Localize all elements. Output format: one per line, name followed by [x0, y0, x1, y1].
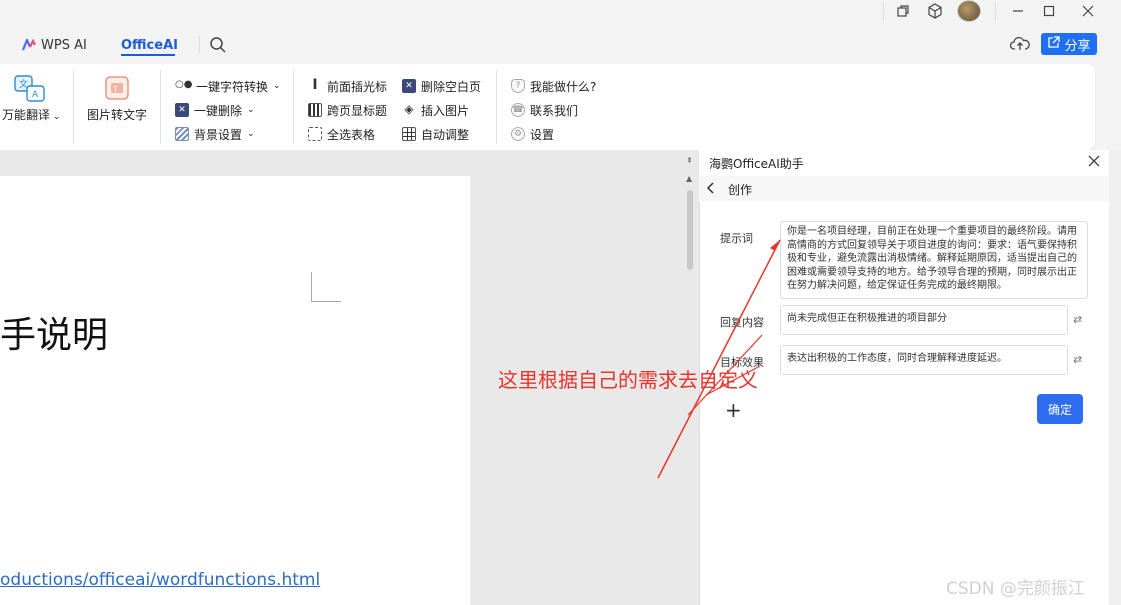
split-icon[interactable]: ⇞	[686, 156, 693, 165]
select-table-icon	[308, 127, 322, 141]
chevron-down-icon: ⌄	[273, 81, 281, 91]
insert-cursor-before-button[interactable]: I 前面插光标	[308, 76, 387, 96]
delete-icon: ✕	[175, 103, 189, 117]
chevron-down-icon: ⌄	[247, 129, 255, 139]
repeat-header-button[interactable]: 跨页显标题	[308, 100, 387, 120]
cube-icon[interactable]	[920, 0, 950, 22]
ribbon-group-divider	[160, 70, 161, 144]
document-heading[interactable]: 手说明	[0, 306, 108, 358]
title-bar	[0, 0, 1121, 24]
insert-image-icon: ◈	[404, 102, 414, 116]
repeat-header-label: 跨页显标题	[327, 103, 388, 118]
svg-text:文: 文	[19, 78, 28, 90]
assistant-subheader	[699, 176, 1109, 202]
share-label: 分享	[1064, 38, 1091, 54]
scroll-up-icon[interactable]: ▲	[686, 174, 692, 183]
active-tab-indicator	[121, 54, 175, 56]
titlebar-divider	[995, 2, 996, 20]
cloud-upload-icon[interactable]	[1009, 35, 1030, 56]
add-field-icon[interactable]: +	[725, 398, 742, 422]
document-page[interactable]	[0, 176, 470, 605]
restore-window-icon[interactable]	[888, 0, 918, 22]
image-to-text-icon[interactable]: T	[104, 75, 130, 101]
help-shield-icon: ?	[511, 79, 525, 93]
char-convert-button[interactable]: ○● 一键字符转换 ⌄	[175, 76, 281, 96]
what-can-i-do-button[interactable]: ? 我能做什么?	[511, 76, 596, 96]
prompt-textarea[interactable]: 你是一名项目经理，目前正在处理一个重要项目的最终阶段。请用高情商的方式回复领导关…	[780, 221, 1088, 299]
document-hyperlink[interactable]: oductions/officeai/wordfunctions.html	[0, 570, 320, 590]
confirm-button[interactable]: 确定	[1037, 394, 1083, 424]
auto-fit-table-icon	[402, 127, 416, 141]
background-icon	[175, 127, 189, 141]
auto-fit-table-button[interactable]: 自动调整	[402, 124, 469, 144]
delete-blank-page-icon: ✕	[402, 79, 416, 93]
settings-button[interactable]: ⚙ 设置	[511, 124, 554, 144]
char-convert-label: 一键字符转换	[196, 79, 269, 94]
tab-officeai-label: OfficeAI	[121, 37, 178, 53]
watermark: CSDN @完颜振江	[946, 579, 1085, 599]
scrollbar-thumb[interactable]	[687, 190, 693, 270]
tab-officeai[interactable]: OfficeAI	[121, 34, 178, 56]
background-settings-button[interactable]: 背景设置 ⌄	[175, 124, 255, 144]
maximize-icon[interactable]	[1034, 0, 1064, 22]
assistant-panel-title: 海鹦OfficeAI助手	[709, 157, 804, 171]
target-effect-input[interactable]: 表达出积极的工作态度，同时合理解释进度延迟。	[780, 345, 1068, 375]
cursor-insert-icon: I	[312, 77, 318, 93]
back-label[interactable]: 创作	[728, 181, 752, 198]
annotation-text: 这里根据自己的需求去自定义	[498, 368, 758, 392]
translate-label: 万能翻译	[2, 108, 51, 122]
auto-fit-table-label: 自动调整	[421, 127, 470, 142]
search-icon[interactable]	[209, 36, 227, 57]
ribbon-group-divider	[293, 70, 294, 144]
translate-icon[interactable]: 文A	[13, 75, 47, 103]
contact-icon: ☎	[511, 103, 525, 117]
user-avatar[interactable]	[957, 0, 981, 22]
chevron-down-icon: ⌄	[50, 112, 61, 122]
ribbon-group-divider	[73, 70, 74, 144]
quick-delete-button[interactable]: ✕ 一键删除 ⌄	[175, 100, 255, 120]
wps-ai-logo-icon	[21, 37, 36, 51]
page-margin-marker	[311, 272, 341, 302]
contact-us-button[interactable]: ☎ 联系我们	[511, 100, 578, 120]
minimize-icon[interactable]	[1003, 0, 1033, 22]
panel-close-icon[interactable]	[1087, 154, 1101, 171]
tab-wps-ai-label: WPS AI	[41, 37, 87, 53]
delete-blank-page-label: 删除空白页	[421, 79, 482, 94]
repeat-header-icon	[308, 103, 322, 117]
delete-blank-page-button[interactable]: ✕ 删除空白页	[402, 76, 481, 96]
reply-content-input[interactable]: 尚未完成但正在积极推进的项目部分	[780, 305, 1068, 335]
chevron-down-icon: ⌄	[247, 105, 255, 115]
contact-us-label: 联系我们	[530, 103, 579, 118]
tab-wps-ai[interactable]: WPS AI	[21, 34, 87, 56]
back-arrow-icon[interactable]	[705, 181, 717, 198]
svg-text:T: T	[112, 85, 118, 94]
panel-right-edge	[1109, 150, 1121, 605]
ribbon-group-divider	[496, 70, 497, 144]
swap-icon[interactable]: ⇄	[1073, 313, 1082, 326]
settings-gear-icon: ⚙	[511, 127, 525, 141]
share-icon	[1047, 35, 1061, 53]
select-table-button[interactable]: 全选表格	[308, 124, 375, 144]
close-icon[interactable]	[1073, 0, 1103, 22]
char-convert-icon: ○●	[175, 79, 193, 90]
titlebar-divider	[883, 2, 884, 20]
assistant-panel	[699, 150, 1110, 605]
insert-image-button[interactable]: ◈ 插入图片	[402, 100, 469, 120]
insert-image-label: 插入图片	[421, 103, 470, 118]
insert-cursor-label: 前面插光标	[327, 79, 388, 94]
background-settings-label: 背景设置	[194, 127, 243, 142]
image-to-text-button[interactable]: 图片转文字	[87, 106, 147, 123]
share-button[interactable]: 分享	[1041, 33, 1097, 55]
select-table-label: 全选表格	[327, 127, 376, 142]
reply-content-label: 回复内容	[720, 316, 764, 329]
swap-icon[interactable]: ⇄	[1073, 353, 1082, 366]
svg-text:A: A	[32, 90, 39, 100]
settings-label: 设置	[530, 127, 555, 142]
prompt-field-label: 提示词	[720, 232, 753, 245]
what-can-i-do-label: 我能做什么?	[530, 79, 597, 94]
quick-delete-label: 一键删除	[194, 103, 243, 118]
tab-divider	[199, 36, 200, 54]
translate-button[interactable]: 万能翻译 ⌄	[2, 106, 60, 123]
